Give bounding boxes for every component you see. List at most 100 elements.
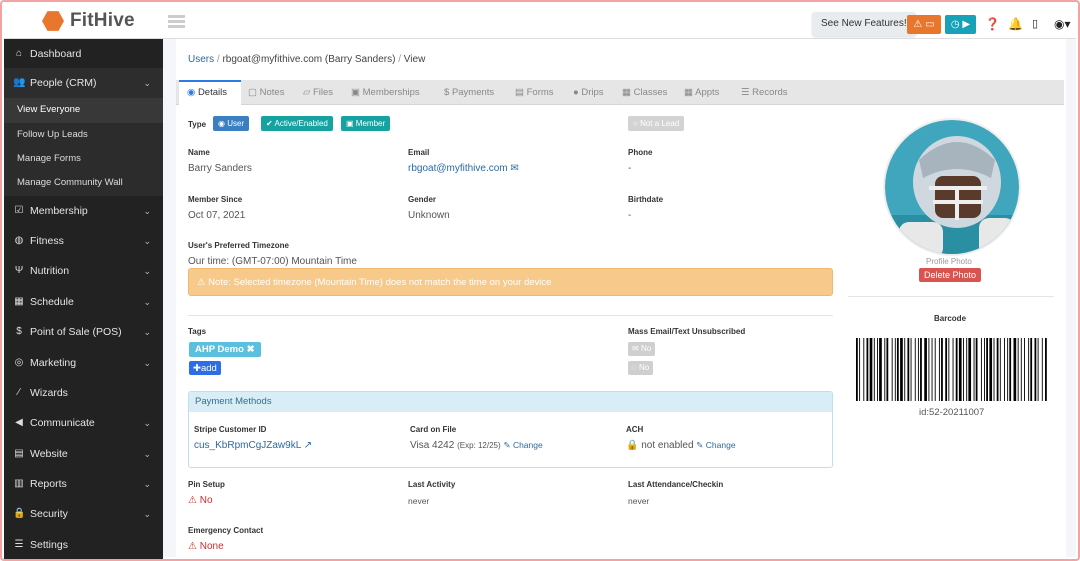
- remove-tag-icon[interactable]: ✖: [247, 344, 255, 355]
- sidebar-subitem-follow-up-leads[interactable]: Follow Up Leads: [4, 122, 163, 147]
- sidebar-item-people[interactable]: 👥 People (CRM) ⌄: [4, 68, 163, 99]
- email-unsubscribed-toggle[interactable]: ✉ No: [628, 342, 656, 356]
- sidebar-item-label: Wizards: [30, 386, 68, 399]
- ach-status: not enabled: [641, 440, 694, 451]
- chat-icon: ◌: [632, 363, 637, 372]
- id-card-icon: ▣: [346, 119, 354, 128]
- tab-files[interactable]: ▱ Files: [303, 80, 333, 105]
- user-detail-card: Users / rbgoat@myfithive.com (Barry Sand…: [176, 39, 1066, 559]
- emergency-contact-label: Emergency Contact: [188, 526, 264, 535]
- app-logo[interactable]: FitHive: [42, 10, 135, 32]
- sidebar-subitem-manage-community-wall[interactable]: Manage Community Wall: [4, 171, 163, 196]
- member-since-value: Oct 07, 2021: [188, 210, 246, 221]
- sidebar-subitem-manage-forms[interactable]: Manage Forms: [4, 146, 163, 172]
- add-tag-button[interactable]: ✚add: [189, 361, 221, 375]
- folder-icon: ▱: [303, 87, 311, 98]
- breadcrumb-users-link[interactable]: Users: [188, 54, 214, 65]
- text-unsubscribed-toggle[interactable]: ◌ No: [628, 361, 654, 375]
- tab-memberships[interactable]: ▣ Memberships: [351, 80, 420, 105]
- sidebar-item-marketing[interactable]: ◎ Marketing ⌄: [4, 348, 163, 378]
- email-link[interactable]: rbgoat@myfithive.com ✉: [408, 163, 519, 174]
- last-attendance-value: never: [628, 496, 650, 506]
- bell-icon[interactable]: 🔔: [1008, 17, 1023, 31]
- breadcrumb-user-link[interactable]: rbgoat@myfithive.com (Barry Sanders): [222, 54, 395, 65]
- barcode-image: [856, 338, 1047, 401]
- sidebar-item-pos[interactable]: $ Point of Sale (POS) ⌄: [4, 317, 163, 347]
- tab-notes[interactable]: ▢ Notes: [248, 80, 284, 105]
- sidebar-item-schedule[interactable]: ▦ Schedule ⌄: [4, 287, 163, 317]
- mobile-icon[interactable]: ▯: [1032, 17, 1038, 30]
- change-ach-link[interactable]: ✎ Change: [696, 440, 735, 450]
- sidebar-item-nutrition[interactable]: Ψ Nutrition ⌄: [4, 256, 163, 286]
- hive-logo-icon: [42, 11, 64, 31]
- not-a-lead-badge[interactable]: ○ Not a Lead: [628, 116, 685, 131]
- tab-label: Appts: [695, 87, 720, 98]
- sidebar-item-dashboard[interactable]: ⌂ Dashboard: [4, 39, 163, 68]
- id-card-icon: ▣: [351, 87, 360, 98]
- add-label: add: [200, 363, 217, 374]
- birthdate-label: Birthdate: [628, 195, 664, 204]
- sidebar-item-fitness[interactable]: ◍ Fitness ⌄: [4, 226, 163, 256]
- sidebar-item-communicate[interactable]: ◀ Communicate ⌄: [4, 408, 163, 438]
- chevron-down-icon: ⌄: [143, 418, 151, 429]
- tab-drips[interactable]: ● Drips: [573, 80, 604, 105]
- card-exp: (Exp: 12/25): [457, 441, 501, 450]
- clock-play-icon: ◷ ▶: [950, 19, 971, 30]
- bullseye-icon: ◎: [14, 356, 24, 368]
- tab-details[interactable]: ◉ Details: [179, 80, 241, 106]
- badge-label: Not a Lead: [640, 119, 680, 128]
- breadcrumb: Users / rbgoat@myfithive.com (Barry Sand…: [188, 54, 425, 65]
- pin-setup-label: Pin Setup: [188, 480, 225, 489]
- see-new-features-button[interactable]: See New Features!: [812, 12, 916, 36]
- tab-label: Drips: [581, 87, 604, 98]
- sidebar-item-label: People (CRM): [30, 77, 97, 89]
- gender-label: Gender: [408, 195, 437, 204]
- sidebar-item-label: Communicate: [30, 417, 95, 430]
- sidebar-item-reports[interactable]: ▥ Reports ⌄: [4, 469, 163, 499]
- drop-icon: ●: [573, 87, 579, 98]
- chevron-down-icon: ⌄: [143, 235, 151, 246]
- user-menu-icon[interactable]: ◉▾: [1054, 17, 1071, 31]
- timezone-alert: ⚠ Note: Selected timezone (Mountain Time…: [188, 268, 833, 296]
- divider: [848, 296, 1054, 297]
- pencil-icon: ✎: [503, 440, 511, 450]
- warning-icon: ⚠: [188, 541, 197, 552]
- stripe-id-link[interactable]: cus_KbRpmCgJZaw9kL ↗: [194, 440, 312, 451]
- tag-label: AHP Demo: [195, 344, 244, 355]
- sidebar-item-wizards[interactable]: ⁄ Wizards: [4, 378, 163, 408]
- chevron-down-icon: ⌄: [143, 509, 151, 520]
- badge-label: Member: [355, 119, 386, 128]
- chevron-down-icon: ⌄: [143, 357, 151, 368]
- tab-records[interactable]: ☰ Records: [741, 80, 788, 105]
- warning-icon: ⚠ ▭: [913, 19, 935, 30]
- tab-label: Records: [752, 87, 788, 98]
- emergency-status: None: [199, 541, 224, 552]
- sidebar-item-website[interactable]: ▤ Website ⌄: [4, 439, 163, 469]
- timer-button[interactable]: ◷ ▶: [945, 15, 976, 34]
- warning-icon: ⚠: [197, 277, 206, 288]
- sidebar-item-label: Website: [30, 447, 68, 460]
- menu-toggle-icon[interactable]: [168, 15, 185, 28]
- sidebar-item-label: Dashboard: [30, 48, 82, 60]
- change-card-link[interactable]: ✎ Change: [503, 440, 542, 450]
- toggle-label: No: [640, 344, 652, 353]
- sidebar-item-security[interactable]: 🔒 Security ⌄: [4, 499, 163, 529]
- tab-forms[interactable]: ▤ Forms: [515, 80, 554, 105]
- delete-photo-button[interactable]: Delete Photo: [919, 268, 982, 282]
- tab-classes[interactable]: ▦ Classes: [622, 80, 667, 105]
- email-label: Email: [408, 148, 430, 157]
- alerts-button[interactable]: ⚠ ▭: [907, 15, 941, 34]
- sidebar-item-membership[interactable]: ☑ Membership ⌄: [4, 196, 163, 226]
- user-circle-icon: ◉: [218, 119, 225, 128]
- sidebar-item-label: Schedule: [30, 295, 74, 308]
- tab-payments[interactable]: $ Payments: [444, 80, 494, 105]
- help-icon[interactable]: ❓: [985, 17, 1000, 31]
- profile-photo-label: Profile Photo: [926, 257, 972, 266]
- lock-icon: 🔒: [626, 440, 639, 451]
- sidebar-subitem-view-everyone[interactable]: View Everyone: [4, 98, 163, 123]
- barcode-label: Barcode: [934, 314, 967, 323]
- tab-appts[interactable]: ▦ Appts: [684, 80, 719, 105]
- sidebar-item-settings[interactable]: ☰ Settings: [4, 530, 163, 559]
- calendar-icon: ▦: [622, 87, 631, 98]
- card-number: Visa 4242: [410, 440, 455, 451]
